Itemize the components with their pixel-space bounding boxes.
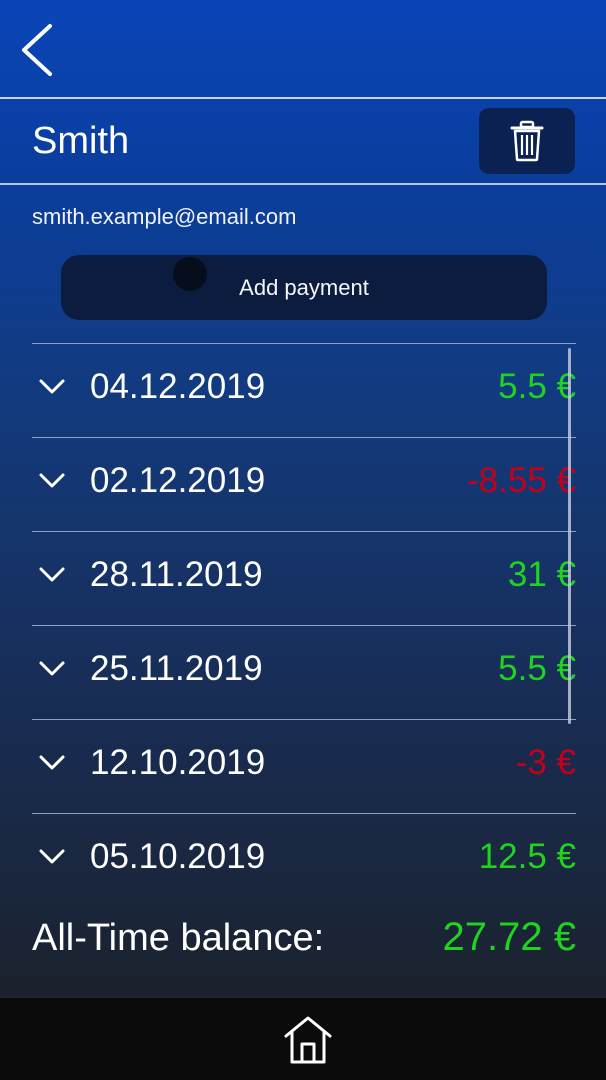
payment-date: 05.10.2019 — [90, 837, 266, 876]
payment-amount: -3 € — [515, 743, 576, 782]
payment-row[interactable]: 25.11.2019 5.5 € — [32, 625, 576, 719]
chevron-down-icon[interactable] — [38, 472, 66, 490]
chevron-down-icon[interactable] — [38, 660, 66, 678]
top-bar — [0, 0, 606, 98]
payment-date: 12.10.2019 — [90, 743, 266, 782]
home-icon — [284, 1016, 332, 1064]
chevron-down-icon[interactable] — [38, 848, 66, 866]
payment-amount: -8.55 € — [467, 461, 576, 500]
balance-value: 27.72 € — [442, 915, 576, 959]
divider — [0, 183, 606, 185]
add-payment-label: Add payment — [239, 274, 369, 300]
payment-amount: 5.5 € — [498, 649, 576, 688]
payment-row[interactable]: 12.10.2019 -3 € — [32, 719, 576, 813]
contact-email: smith.example@email.com — [32, 204, 297, 229]
payment-row[interactable]: 02.12.2019 -8.55 € — [32, 437, 576, 531]
payment-amount: 31 € — [507, 555, 576, 594]
payment-row[interactable]: 05.10.2019 12.5 € — [32, 813, 576, 883]
chevron-down-icon[interactable] — [38, 754, 66, 772]
payment-date: 02.12.2019 — [90, 461, 266, 500]
home-button[interactable] — [282, 1014, 334, 1066]
payment-row[interactable]: 04.12.2019 5.5 € — [32, 343, 576, 437]
scrollbar[interactable] — [568, 348, 571, 724]
payment-amount: 5.5 € — [498, 367, 576, 406]
payment-row[interactable]: 28.11.2019 31 € — [32, 531, 576, 625]
divider — [0, 97, 606, 99]
chevron-left-icon — [22, 24, 52, 76]
payment-date: 28.11.2019 — [90, 555, 263, 594]
chevron-down-icon[interactable] — [38, 378, 66, 396]
delete-button[interactable] — [479, 108, 575, 174]
trash-icon — [510, 120, 544, 162]
payment-date: 04.12.2019 — [90, 367, 266, 406]
app-screen: Smith smith.example@email.com Add paymen… — [0, 0, 606, 1080]
payment-amount: 12.5 € — [478, 837, 576, 876]
payment-date: 25.11.2019 — [90, 649, 263, 688]
chevron-down-icon[interactable] — [38, 566, 66, 584]
bottom-nav-bar — [0, 997, 606, 1080]
balance-label: All-Time balance: — [32, 917, 325, 959]
payment-list[interactable]: 04.12.2019 5.5 € 02.12.2019 -8.55 € 28.11.20… — [32, 343, 576, 883]
contact-name: Smith — [32, 120, 130, 162]
touch-ripple — [173, 257, 207, 291]
add-payment-button[interactable]: Add payment — [61, 255, 547, 320]
back-button[interactable] — [14, 20, 70, 80]
